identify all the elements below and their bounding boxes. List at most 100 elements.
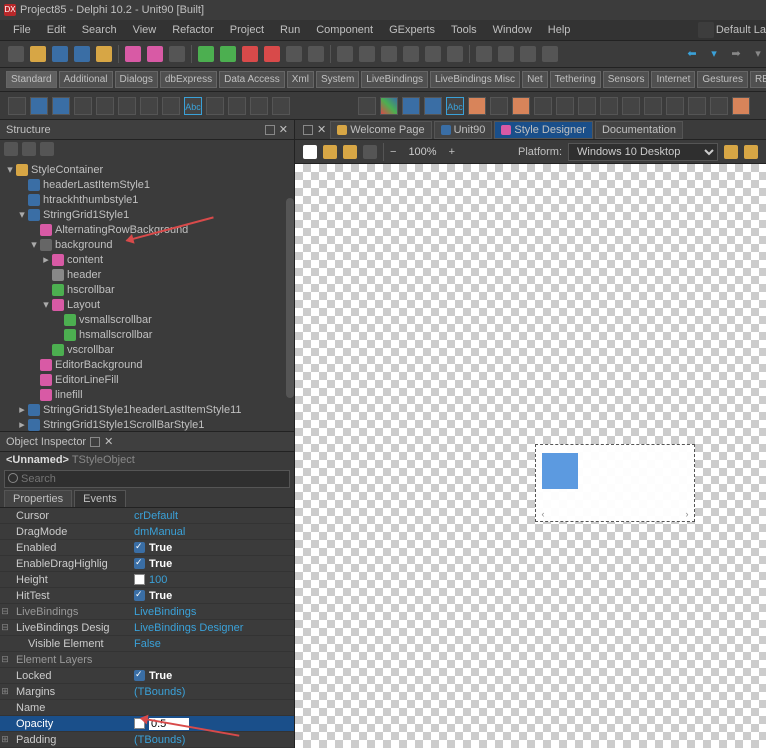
apply-style-icon[interactable] [363,145,377,159]
comp-tabcontrol-icon[interactable] [732,97,750,115]
palette-tab-livebindingsmisc[interactable]: LiveBindings Misc [430,71,520,88]
preview-vscrollbar[interactable] [682,447,692,507]
comp-menu-icon[interactable] [600,97,618,115]
tree-node[interactable]: ▾Layout [0,297,294,312]
comp-radio-icon[interactable] [118,97,136,115]
tree-node[interactable]: ▾StringGrid1Style1 [0,207,294,222]
palette-tab-dialogs[interactable]: Dialogs [115,71,158,88]
tree-node[interactable]: htrackhthumbstyle1 [0,192,294,207]
inspector-pin-icon[interactable] [90,437,100,447]
menu-edit[interactable]: Edit [40,22,73,38]
comp-track-icon[interactable] [666,97,684,115]
menu-refactor[interactable]: Refactor [165,22,221,38]
tab-events[interactable]: Events [74,490,126,507]
comp-timer-icon[interactable] [622,97,640,115]
comp-scroll-icon[interactable] [206,97,224,115]
tab-unit[interactable]: Unit90 [434,121,493,139]
align-left-icon[interactable] [337,46,353,62]
comp-cursor-icon[interactable] [8,97,26,115]
property-row[interactable]: CursorcrDefault [0,508,294,524]
platform-select[interactable]: Windows 10 Desktop [568,143,718,161]
menu-window[interactable]: Window [486,22,539,38]
comp-tree-icon[interactable] [468,97,486,115]
inspector-object-selector[interactable]: <Unnamed> TStyleObject [0,452,294,468]
palette-tab-internet[interactable]: Internet [651,71,695,88]
palette-tab-xml[interactable]: Xml [287,71,314,88]
structure-close-icon[interactable]: ✕ [279,123,288,136]
tree-node[interactable]: AlternatingRowBackground [0,222,294,237]
zoom-in-icon[interactable]: + [449,146,455,158]
palette-tab-livebindings[interactable]: LiveBindings [361,71,428,88]
space-v-icon[interactable] [498,46,514,62]
menu-search[interactable]: Search [75,22,124,38]
comp-image-icon[interactable] [358,97,376,115]
comp-label-icon[interactable] [52,97,70,115]
tree-node[interactable]: hscrollbar [0,282,294,297]
scroll-right-icon[interactable]: › [682,509,692,519]
structure-pin-icon[interactable] [265,125,275,135]
run-nodebug-icon[interactable] [220,46,236,62]
tree-node[interactable]: ▸content [0,252,294,267]
property-row[interactable]: DragModedmManual [0,524,294,540]
tab-properties[interactable]: Properties [4,490,72,507]
align-right-icon[interactable] [381,46,397,62]
palette-tab-additional[interactable]: Additional [59,71,113,88]
property-row[interactable]: Visible ElementFalse [0,636,294,652]
comp-edit-icon[interactable] [74,97,92,115]
tree-node[interactable]: EditorBackground [0,357,294,372]
tree-node[interactable]: ▸StringGrid1Style1headerLastItemStyle11 [0,402,294,417]
palette-tab-rest[interactable]: REST Client [750,71,766,88]
save-all-icon[interactable] [74,46,90,62]
preview-hscrollbar[interactable]: ‹ › [538,509,692,519]
layout-dropdown[interactable]: Default La [716,24,766,36]
new-style-icon[interactable] [303,145,317,159]
palette-tab-sensors[interactable]: Sensors [603,71,650,88]
menu-file[interactable]: File [6,22,38,38]
view-form-icon[interactable] [125,46,141,62]
platform-remove-icon[interactable] [744,145,758,159]
tab-styledesigner[interactable]: Style Designer [494,121,593,139]
property-row[interactable]: EnableDragHighlig True [0,556,294,572]
platform-add-icon[interactable] [724,145,738,159]
palette-tab-net[interactable]: Net [522,71,548,88]
scroll-left-icon[interactable]: ‹ [538,509,548,519]
property-row[interactable]: Enabled True [0,540,294,556]
tree-node[interactable]: header [0,267,294,282]
comp-check-icon[interactable] [96,97,114,115]
comp-text-icon[interactable]: Abc [184,97,202,115]
property-row[interactable]: Height 100 [0,572,294,588]
property-row[interactable]: ⊞Margins(TBounds) [0,684,294,700]
tree-node[interactable]: hsmallscrollbar [0,327,294,342]
space-h-icon[interactable] [476,46,492,62]
property-row[interactable]: ⊟Element Layers [0,652,294,668]
palette-tab-dbexpress[interactable]: dbExpress [160,71,217,88]
inspector-close-icon[interactable]: ✕ [104,435,113,448]
struct-tb-icon[interactable] [4,142,18,156]
property-row[interactable]: HitTest True [0,588,294,604]
comp-progress-icon[interactable] [644,97,662,115]
tree-node[interactable]: headerLastItemStyle1 [0,177,294,192]
view-unit-icon[interactable] [147,46,163,62]
property-row[interactable]: Locked True [0,668,294,684]
struct-tb-icon[interactable] [40,142,54,156]
center-v-icon[interactable] [542,46,558,62]
doc-pin-icon[interactable] [303,125,313,135]
tree-node[interactable]: ▸StringGrid1Style1ScrollBarStyle1 [0,417,294,431]
menu-project[interactable]: Project [223,22,271,38]
palette-tab-dataaccess[interactable]: Data Access [219,71,285,88]
add-style-icon[interactable] [343,145,357,159]
save-icon[interactable] [52,46,68,62]
menu-component[interactable]: Component [309,22,380,38]
open-project-icon[interactable] [96,46,112,62]
palette-tab-system[interactable]: System [316,71,359,88]
comp-font-icon[interactable]: Abc [446,97,464,115]
menu-gexperts[interactable]: GExperts [382,22,442,38]
zoom-out-icon[interactable]: − [390,146,396,158]
menu-run[interactable]: Run [273,22,307,38]
align-center-icon[interactable] [359,46,375,62]
tree-node[interactable]: vsmallscrollbar [0,312,294,327]
comp-popup-icon[interactable] [578,97,596,115]
align-top-icon[interactable] [403,46,419,62]
comp-toolbar-icon[interactable] [534,97,552,115]
menu-view[interactable]: View [126,22,164,38]
